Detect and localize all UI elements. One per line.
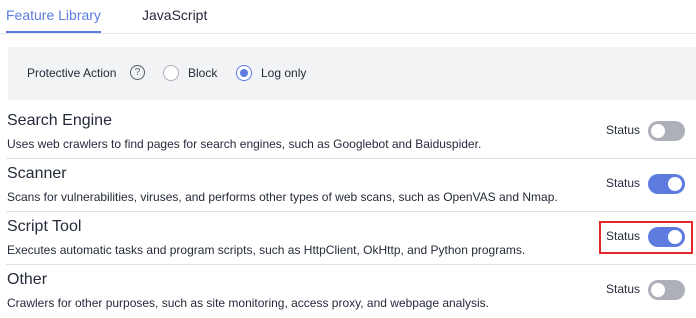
log-only-radio[interactable] xyxy=(236,65,252,81)
block-radio-label[interactable]: Block xyxy=(188,66,217,80)
toggle-knob xyxy=(651,124,665,138)
feature-title: Search Engine xyxy=(7,112,112,129)
status-toggle[interactable] xyxy=(648,227,685,247)
status-label: Status xyxy=(606,123,641,137)
feature-description: Crawlers for other purposes, such as sit… xyxy=(7,296,490,310)
status-toggle[interactable] xyxy=(648,280,685,300)
active-tab-indicator xyxy=(6,31,101,33)
status-label: Status xyxy=(606,229,641,243)
feature-title: Other xyxy=(7,271,48,288)
protective-action-label: Protective Action xyxy=(27,66,117,80)
block-radio[interactable] xyxy=(163,65,179,81)
status-toggle[interactable] xyxy=(648,121,685,141)
feature-row-other: Other Crawlers for other purposes, such … xyxy=(0,265,696,318)
toggle-knob xyxy=(668,230,682,244)
tab-bar: Feature Library JavaScript xyxy=(0,0,696,34)
question-circle-icon[interactable]: ? xyxy=(130,65,145,80)
feature-description: Scans for vulnerabilities, viruses, and … xyxy=(7,190,558,204)
feature-row-scanner: Scanner Scans for vulnerabilities, virus… xyxy=(0,159,696,212)
feature-row-search-engine: Search Engine Uses web crawlers to find … xyxy=(0,106,696,159)
status-toggle[interactable] xyxy=(648,174,685,194)
feature-description: Uses web crawlers to find pages for sear… xyxy=(7,137,482,151)
feature-description: Executes automatic tasks and program scr… xyxy=(7,243,526,257)
toggle-knob xyxy=(651,283,665,297)
status-label: Status xyxy=(606,282,641,296)
tab-feature-library[interactable]: Feature Library xyxy=(6,7,101,23)
feature-title: Scanner xyxy=(7,165,67,182)
toggle-knob xyxy=(668,177,682,191)
tab-javascript[interactable]: JavaScript xyxy=(142,7,207,23)
log-only-radio-label[interactable]: Log only xyxy=(261,66,306,80)
status-label: Status xyxy=(606,176,641,190)
feature-row-script-tool: Script Tool Executes automatic tasks and… xyxy=(0,212,696,265)
protective-action-bar: Protective Action ? Block Log only xyxy=(8,47,696,100)
feature-title: Script Tool xyxy=(7,218,82,235)
